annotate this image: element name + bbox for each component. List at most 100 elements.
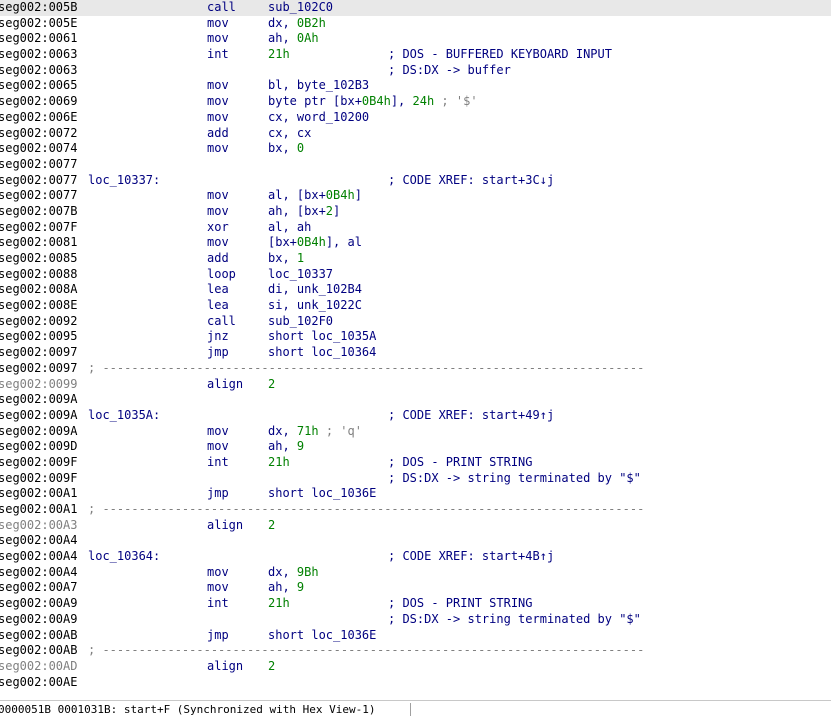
instruction-mnemonic[interactable]: jmp [207,345,229,361]
code-label[interactable]: loc_10337: [88,173,160,189]
listing-line[interactable]: seg002:00A3 align 2 [0,518,831,534]
instruction-operands[interactable]: bl, byte_102B3 [268,78,369,94]
instruction-mnemonic[interactable]: xor [207,220,229,236]
listing-line[interactable]: seg002:0095 jnz short loc_1035A [0,329,831,345]
instruction-operands[interactable]: si, unk_1022C [268,298,362,314]
listing-line[interactable]: seg002:0065 mov bl, byte_102B3 [0,78,831,94]
listing-line[interactable]: seg002:005E mov dx, 0B2h [0,16,831,32]
listing-line[interactable]: seg002:0077 loc_10337: ; CODE XREF: start+… [0,173,831,189]
listing-line[interactable]: seg002:00A4 [0,533,831,549]
listing-line[interactable]: seg002:00A7 mov ah, 9 [0,580,831,596]
listing-line[interactable]: seg002:008E lea si, unk_1022C [0,298,831,314]
instruction-operands[interactable]: al, ah [268,220,311,236]
listing-line[interactable]: seg002:00AD align 2 [0,659,831,675]
code-label[interactable]: loc_1035A: [88,408,160,424]
listing-line[interactable]: seg002:009A mov dx, 71h ; 'q' [0,424,831,440]
disassembly-view[interactable]: seg002:005B call sub_102C0 seg002:005E mov dx… [0,0,831,700]
instruction-mnemonic[interactable]: mov [207,439,229,455]
instruction-operands[interactable]: bx, 1 [268,251,304,267]
listing-line[interactable]: seg002:00A9 ; DS:DX -> string terminated … [0,612,831,628]
instruction-mnemonic[interactable]: jmp [207,628,229,644]
instruction-operands[interactable]: byte ptr [bx+0B4h], 24h ; '$' [268,94,478,110]
instruction-mnemonic[interactable]: call [207,314,236,330]
instruction-operands[interactable]: ah, [bx+2] [268,204,340,220]
instruction-operands[interactable]: bx, 0 [268,141,304,157]
instruction-operands[interactable]: di, unk_102B4 [268,282,362,298]
instruction-mnemonic[interactable]: call [207,0,236,16]
listing-line[interactable]: seg002:009D mov ah, 9 [0,439,831,455]
instruction-operands[interactable]: short loc_1036E [268,628,376,644]
instruction-mnemonic[interactable]: mov [207,204,229,220]
listing-line[interactable]: seg002:0074 mov bx, 0 [0,141,831,157]
listing-line[interactable]: seg002:0088 loop loc_10337 [0,267,831,283]
instruction-mnemonic[interactable]: int [207,596,229,612]
instruction-mnemonic[interactable]: lea [207,282,229,298]
listing-line[interactable]: seg002:0097 jmp short loc_10364 [0,345,831,361]
instruction-mnemonic[interactable]: align [207,659,243,675]
listing-line[interactable]: seg002:009A [0,392,831,408]
listing-line[interactable]: seg002:0081 mov [bx+0B4h], al [0,235,831,251]
listing-line[interactable]: seg002:0063 int 21h ; DOS - BUFFERED KEYBOA… [0,47,831,63]
instruction-operands[interactable]: short loc_1035A [268,329,376,345]
listing-line[interactable]: seg002:0061 mov ah, 0Ah [0,31,831,47]
instruction-operands[interactable]: short loc_10364 [268,345,376,361]
listing-line[interactable]: seg002:006E mov cx, word_10200 [0,110,831,126]
instruction-mnemonic[interactable]: mov [207,580,229,596]
instruction-operands[interactable]: 2 [268,518,275,534]
instruction-operands[interactable]: ah, 0Ah [268,31,319,47]
listing-line[interactable]: seg002:00AB jmp short loc_1036E [0,628,831,644]
listing-line[interactable]: seg002:0092 call sub_102F0 [0,314,831,330]
listing-line[interactable]: seg002:0099 align 2 [0,377,831,393]
listing-line[interactable]: seg002:007F xor al, ah [0,220,831,236]
listing-line[interactable]: seg002:00A9 int 21h ; DOS - PRINT STRING [0,596,831,612]
listing-line[interactable]: seg002:0085 add bx, 1 [0,251,831,267]
instruction-mnemonic[interactable]: mov [207,424,229,440]
instruction-mnemonic[interactable]: mov [207,235,229,251]
instruction-mnemonic[interactable]: mov [207,94,229,110]
instruction-operands[interactable]: short loc_1036E [268,486,376,502]
instruction-operands[interactable]: sub_102F0 [268,314,333,330]
instruction-mnemonic[interactable]: jnz [207,329,229,345]
listing-line[interactable]: seg002:007B mov ah, [bx+2] [0,204,831,220]
listing-line[interactable]: seg002:00AB ; ---------------------------… [0,643,831,659]
listing-line[interactable]: seg002:00A4 mov dx, 9Bh [0,565,831,581]
instruction-mnemonic[interactable]: align [207,377,243,393]
listing-line[interactable]: seg002:0077 [0,157,831,173]
instruction-operands[interactable]: al, [bx+0B4h] [268,188,362,204]
listing-line[interactable]: seg002:0069 mov byte ptr [bx+0B4h], 24h ; … [0,94,831,110]
listing-line[interactable]: seg002:008A lea di, unk_102B4 [0,282,831,298]
instruction-mnemonic[interactable]: lea [207,298,229,314]
listing-line[interactable]: seg002:00A1 ; ---------------------------… [0,502,831,518]
listing-line[interactable]: seg002:0063 ; DS:DX -> buffer [0,63,831,79]
instruction-operands[interactable]: [bx+0B4h], al [268,235,362,251]
listing-line[interactable]: seg002:00A1 jmp short loc_1036E [0,486,831,502]
instruction-operands[interactable]: ah, 9 [268,580,304,596]
instruction-mnemonic[interactable]: int [207,455,229,471]
instruction-mnemonic[interactable]: mov [207,110,229,126]
listing-line[interactable]: seg002:00A4 loc_10364: ; CODE XREF: start+… [0,549,831,565]
instruction-operands[interactable]: 2 [268,659,275,675]
listing-line[interactable]: seg002:0072 add cx, cx [0,126,831,142]
instruction-operands[interactable]: 21h [268,455,290,471]
instruction-mnemonic[interactable]: mov [207,78,229,94]
listing-line[interactable]: seg002:009F ; DS:DX -> string terminated … [0,471,831,487]
instruction-mnemonic[interactable]: mov [207,188,229,204]
instruction-mnemonic[interactable]: mov [207,16,229,32]
listing-line[interactable]: seg002:0097 ; ---------------------------… [0,361,831,377]
instruction-operands[interactable]: 21h [268,47,290,63]
instruction-operands[interactable]: sub_102C0 [268,0,333,16]
code-label[interactable]: loc_10364: [88,549,160,565]
instruction-operands[interactable]: loc_10337 [268,267,333,283]
instruction-operands[interactable]: cx, word_10200 [268,110,369,126]
instruction-mnemonic[interactable]: add [207,126,229,142]
instruction-mnemonic[interactable]: mov [207,31,229,47]
instruction-operands[interactable]: ah, 9 [268,439,304,455]
instruction-mnemonic[interactable]: loop [207,267,236,283]
instruction-operands[interactable]: dx, 0B2h [268,16,326,32]
instruction-operands[interactable]: dx, 9Bh [268,565,319,581]
listing-line[interactable]: seg002:009F int 21h ; DOS - PRINT STRING [0,455,831,471]
instruction-operands[interactable]: 2 [268,377,275,393]
listing-line[interactable]: seg002:005B call sub_102C0 [0,0,831,16]
instruction-operands[interactable]: cx, cx [268,126,311,142]
listing-line[interactable]: seg002:009A loc_1035A: ; CODE XREF: start+… [0,408,831,424]
